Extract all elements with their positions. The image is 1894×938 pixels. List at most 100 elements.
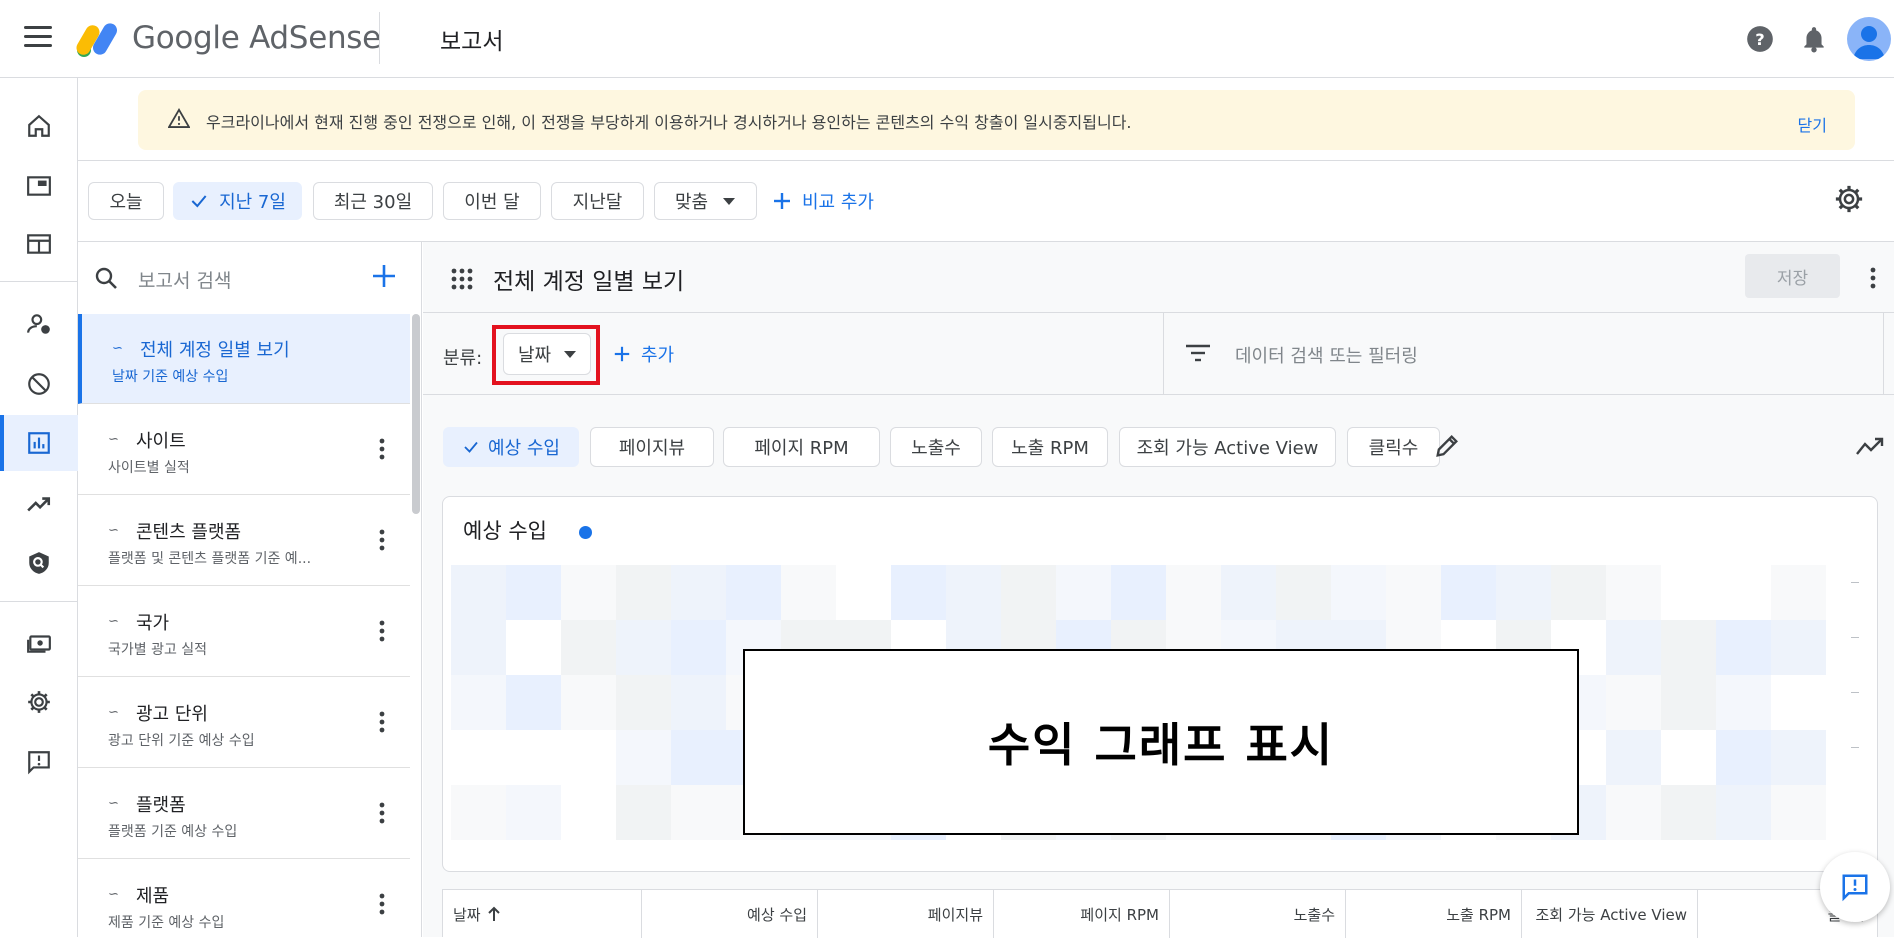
- edit-pencil-icon[interactable]: [1433, 432, 1461, 460]
- mosaic-tile: [561, 675, 616, 730]
- account-access-icon[interactable]: [0, 296, 78, 352]
- mosaic-tile: [1606, 675, 1661, 730]
- report-item[interactable]: ∽ 제품 제품 기준 예상 수입: [78, 860, 410, 937]
- save-button[interactable]: 저장: [1745, 254, 1840, 298]
- sparkle-chart-icon: ∽: [108, 887, 119, 902]
- more-vert-icon[interactable]: [1869, 266, 1877, 290]
- date-chip-today[interactable]: 오늘: [88, 182, 164, 220]
- report-item[interactable]: ∽ 플랫폼 플랫폼 기준 예상 수입: [78, 769, 410, 859]
- column-header-active-view[interactable]: 조회 가능 Active View: [1522, 890, 1698, 938]
- compare-trend-icon[interactable]: [1855, 434, 1885, 458]
- mosaic-tile: [1606, 620, 1661, 675]
- date-chip-last-month[interactable]: 지난달: [551, 182, 644, 220]
- payments-icon[interactable]: [0, 615, 78, 671]
- column-header-impressions[interactable]: 노출수: [1170, 890, 1346, 938]
- report-subtitle: 플랫폼 기준 예상 수입: [108, 824, 238, 840]
- ads-icon[interactable]: [0, 158, 78, 214]
- mosaic-tile: [451, 620, 506, 675]
- search-placeholder: 보고서 검색: [138, 270, 232, 292]
- column-header-page-rpm[interactable]: 페이지 RPM: [994, 890, 1170, 938]
- report-title: 제품: [136, 886, 170, 907]
- metric-chip-active-view[interactable]: 조회 가능 Active View: [1119, 427, 1336, 467]
- date-chip-last-7-days[interactable]: 지난 7일: [173, 182, 302, 220]
- home-icon[interactable]: [0, 98, 78, 154]
- sparkle-chart-icon: ∽: [112, 341, 123, 356]
- nav-divider: [0, 601, 78, 602]
- mosaic-tile: [671, 730, 726, 785]
- banner-close-link[interactable]: 닫기: [1798, 112, 1827, 136]
- optimization-icon[interactable]: [0, 476, 78, 532]
- date-chip-this-month[interactable]: 이번 달: [443, 182, 541, 220]
- mosaic-tile: [1771, 675, 1826, 730]
- mosaic-tile: [671, 565, 726, 620]
- report-item[interactable]: ∽ 전체 계정 일별 보기 날짜 기준 예상 수입: [78, 314, 410, 404]
- mosaic-tile: [616, 675, 671, 730]
- report-title: 콘텐츠 플랫폼: [136, 522, 242, 543]
- settings-icon[interactable]: [0, 674, 78, 730]
- apps-grid-icon[interactable]: [451, 268, 473, 290]
- breakdown-dropdown[interactable]: 날짜: [503, 333, 591, 375]
- metric-chip-page-rpm[interactable]: 페이지 RPM: [723, 427, 880, 467]
- mosaic-tile: [946, 565, 1001, 620]
- report-table-header: 날짜 예상 수입 페이지뷰 페이지 RPM 노출수 노출 RPM 조회 가능 A…: [442, 889, 1878, 938]
- sites-icon[interactable]: [0, 216, 78, 272]
- account-avatar[interactable]: [1847, 17, 1891, 61]
- mosaic-tile: [1661, 785, 1716, 840]
- settings-gear-icon[interactable]: [1834, 184, 1864, 218]
- metric-chip-impressions[interactable]: 노출수: [890, 427, 982, 467]
- metric-chip-pageviews[interactable]: 페이지뷰: [590, 427, 714, 467]
- sparkle-chart-icon: ∽: [108, 523, 119, 538]
- feedback-button[interactable]: [1820, 852, 1890, 922]
- earnings-graph-placeholder: 수익 그래프 표시: [743, 649, 1579, 835]
- war-notice-banner: 우크라이나에서 현재 진행 중인 전쟁으로 인해, 이 전쟁을 부당하게 이용하…: [138, 90, 1855, 150]
- more-vert-icon[interactable]: [378, 801, 386, 825]
- more-vert-icon[interactable]: [378, 437, 386, 461]
- mosaic-tile: [1496, 565, 1551, 620]
- add-compare-button[interactable]: 비교 추가: [772, 188, 874, 214]
- bell-icon[interactable]: [1795, 20, 1833, 58]
- warning-icon: [168, 108, 190, 128]
- date-chip-custom[interactable]: 맞춤: [654, 182, 757, 220]
- reports-list-panel: 보고서 검색 ∽ 전체 계정 일별 보기 날짜 기준 예상 수입 ∽ 사이트 사…: [78, 242, 422, 937]
- divider: [1883, 313, 1884, 395]
- column-header-pageviews[interactable]: 페이지뷰: [818, 890, 994, 938]
- caret-down-icon: [723, 198, 736, 205]
- more-vert-icon[interactable]: [378, 892, 386, 916]
- help-icon[interactable]: ?: [1741, 20, 1779, 58]
- report-item[interactable]: ∽ 국가 국가별 광고 실적: [78, 587, 410, 677]
- column-header-impression-rpm[interactable]: 노출 RPM: [1346, 890, 1522, 938]
- privacy-icon[interactable]: [0, 535, 78, 591]
- feedback-icon[interactable]: [0, 734, 78, 790]
- report-item[interactable]: ∽ 광고 단위 광고 단위 기준 예상 수입: [78, 678, 410, 768]
- date-chip-last-30-days[interactable]: 최근 30일: [313, 182, 433, 220]
- block-icon[interactable]: [0, 356, 78, 412]
- report-search[interactable]: 보고서 검색: [78, 242, 421, 314]
- reports-icon[interactable]: [0, 415, 78, 471]
- column-header-date[interactable]: 날짜: [443, 890, 642, 938]
- report-subtitle: 국가별 광고 실적: [108, 642, 208, 658]
- earnings-chart-card: 예상 수입 수익 그래프 표시: [442, 496, 1878, 872]
- add-report-icon[interactable]: [370, 262, 398, 290]
- mosaic-tile: [451, 785, 506, 840]
- report-item[interactable]: ∽ 콘텐츠 플랫폼 플랫폼 및 콘텐츠 플랫폼 기준 예...: [78, 496, 410, 586]
- column-header-estimated-earnings[interactable]: 예상 수입: [642, 890, 818, 938]
- report-subtitle: 날짜 기준 예상 수입: [112, 369, 229, 385]
- filter-input[interactable]: 데이터 검색 또는 필터링: [1235, 342, 1418, 368]
- mosaic-tile: [1331, 565, 1386, 620]
- menu-icon[interactable]: [24, 26, 52, 50]
- more-vert-icon[interactable]: [378, 528, 386, 552]
- mosaic-tile: [1276, 565, 1331, 620]
- mosaic-tile: [616, 565, 671, 620]
- more-vert-icon[interactable]: [378, 710, 386, 734]
- report-item[interactable]: ∽ 사이트 사이트별 실적: [78, 405, 410, 495]
- more-vert-icon[interactable]: [378, 619, 386, 643]
- mosaic-tile: [671, 620, 726, 675]
- scrollbar[interactable]: [412, 314, 420, 514]
- metric-chip-estimated-earnings[interactable]: 예상 수입: [443, 427, 579, 467]
- metric-chip-clicks[interactable]: 클릭수: [1347, 427, 1440, 467]
- add-breakdown-button[interactable]: 추가: [613, 341, 674, 367]
- filter-icon[interactable]: [1185, 343, 1211, 363]
- left-nav-rail: [0, 78, 78, 937]
- metric-chip-impression-rpm[interactable]: 노출 RPM: [992, 427, 1108, 467]
- mosaic-tile: [1001, 565, 1056, 620]
